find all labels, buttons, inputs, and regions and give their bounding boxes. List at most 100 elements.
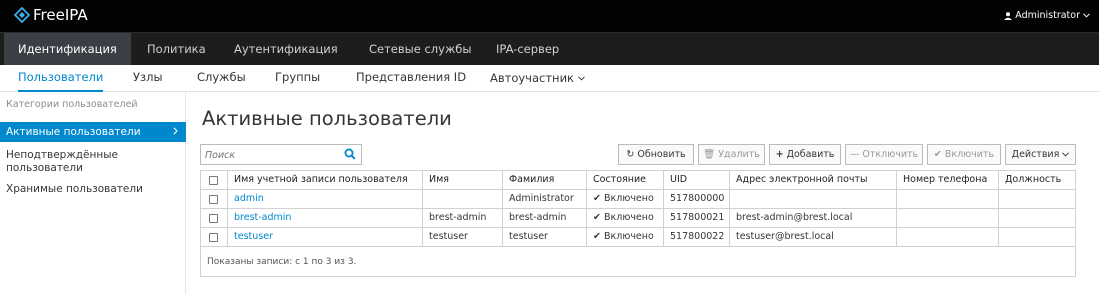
column-header-email[interactable]: Адрес электронной почты (730, 171, 897, 190)
user-menu[interactable]: Administrator (1004, 10, 1090, 21)
primary-nav-network-services[interactable]: Сетевые службы (369, 33, 471, 66)
column-header-phone[interactable]: Номер телефона (897, 171, 999, 190)
refresh-icon: ↻ (626, 149, 635, 160)
row-select-cell (201, 228, 228, 247)
disable-label: Отключить (862, 149, 919, 160)
cell-last-name: Administrator (503, 190, 587, 209)
chevron-down-icon (1083, 13, 1090, 18)
cell-state: ✔ Включено (587, 209, 664, 228)
cell-state: ✔ Включено (587, 228, 664, 247)
users-table: Имя учетной записи пользователя Имя Фами… (200, 170, 1076, 277)
tab-hosts[interactable]: Узлы (133, 65, 163, 92)
user-menu-label: Administrator (1015, 10, 1080, 21)
column-header-login[interactable]: Имя учетной записи пользователя (228, 171, 423, 190)
check-icon: ✔ (593, 231, 601, 242)
sidebar: Категории пользователей Активные пользов… (0, 92, 186, 294)
table-header-row: Имя учетной записи пользователя Имя Фами… (201, 171, 1075, 190)
refresh-button[interactable]: ↻ Обновить (618, 144, 694, 165)
cell-last-name: brest-admin (503, 209, 587, 228)
primary-nav-ipa-server[interactable]: IPA-сервер (496, 33, 559, 66)
tab-groups[interactable]: Группы (275, 65, 320, 92)
primary-nav-policy[interactable]: Политика (147, 33, 206, 66)
select-all-cell (201, 171, 228, 190)
cell-email (730, 190, 897, 209)
cell-state: ✔ Включено (587, 190, 664, 209)
cell-first-name (423, 190, 503, 209)
brand-name: FreeIPA (33, 6, 88, 24)
cell-first-name: testuser (423, 228, 503, 247)
brand-logo[interactable]: FreeIPA (14, 6, 88, 24)
tab-users[interactable]: Пользователи (18, 65, 104, 92)
chevron-down-icon (578, 76, 585, 81)
cell-uid: 517800021 (664, 209, 730, 228)
cell-phone (897, 228, 999, 247)
actions-label: Действия (1011, 149, 1060, 160)
refresh-label: Обновить (637, 149, 686, 160)
primary-nav-authentication[interactable]: Аутентификация (234, 33, 338, 66)
check-icon: ✔ (933, 149, 942, 160)
chevron-right-icon (173, 122, 178, 142)
column-header-uid[interactable]: UID (664, 171, 730, 190)
cell-job-title (999, 209, 1075, 228)
delete-label: Удалить (718, 149, 760, 160)
row-checkbox[interactable] (209, 214, 218, 223)
tab-automember[interactable]: Автоучастник (490, 65, 585, 92)
add-label: Добавить (786, 149, 835, 160)
cell-uid: 517800000 (664, 190, 730, 209)
sidebar-item-label: Активные пользователи (6, 126, 141, 138)
delete-button[interactable]: 🗑 Удалить (698, 144, 765, 165)
user-link[interactable]: testuser (234, 231, 273, 242)
cell-login: testuser (228, 228, 423, 247)
actions-dropdown[interactable]: Действия (1005, 144, 1076, 165)
cell-login: brest-admin (228, 209, 423, 228)
cell-job-title (999, 190, 1075, 209)
brand-bar: FreeIPA Administrator (0, 0, 1099, 32)
tab-services[interactable]: Службы (197, 65, 246, 92)
sidebar-category-title: Категории пользователей (6, 99, 138, 110)
cell-email: brest-admin@brest.local (730, 209, 897, 228)
state-label: Включено (604, 231, 654, 242)
cell-first-name: brest-admin (423, 209, 503, 228)
search-icon[interactable] (344, 148, 356, 163)
column-header-first-name[interactable]: Имя (423, 171, 503, 190)
disable-button[interactable]: — Отключить (845, 144, 923, 165)
state-label: Включено (604, 193, 654, 204)
table-row: brest-admin brest-admin brest-admin ✔ Вк… (201, 209, 1075, 228)
search-input[interactable] (205, 148, 335, 162)
column-header-last-name[interactable]: Фамилия (503, 171, 587, 190)
cell-email: testuser@brest.local (730, 228, 897, 247)
freeipa-logo-icon (14, 7, 30, 23)
cell-uid: 517800022 (664, 228, 730, 247)
primary-nav: Идентификация Политика Аутентификация Се… (0, 32, 1099, 66)
chevron-down-icon (1062, 152, 1070, 157)
minus-icon: — (849, 149, 860, 160)
primary-nav-identity[interactable]: Идентификация (4, 33, 131, 66)
state-label: Включено (604, 212, 654, 223)
add-button[interactable]: + Добавить (769, 144, 841, 165)
column-header-job-title[interactable]: Должность (999, 171, 1075, 190)
trash-icon: 🗑 (703, 149, 716, 160)
enable-button[interactable]: ✔ Включить (927, 144, 1001, 165)
sidebar-item-preserved-users[interactable]: Хранимые пользователи (6, 183, 143, 196)
table-footer-summary: Показаны записи: с 1 по 3 из 3. (207, 257, 357, 267)
secondary-nav: Пользователи Узлы Службы Группы Представ… (0, 65, 1099, 92)
enable-label: Включить (944, 149, 995, 160)
row-checkbox[interactable] (209, 233, 218, 242)
cell-phone (897, 209, 999, 228)
column-header-state[interactable]: Состояние (587, 171, 664, 190)
user-link[interactable]: brest-admin (234, 212, 291, 223)
tab-automember-label: Автоучастник (490, 71, 574, 85)
sidebar-item-stage-users[interactable]: Неподтверждённые пользователи (6, 149, 146, 175)
sidebar-item-active-users[interactable]: Активные пользователи (0, 122, 186, 142)
cell-job-title (999, 228, 1075, 247)
row-select-cell (201, 209, 228, 228)
page-title: Активные пользователи (202, 107, 452, 130)
select-all-checkbox[interactable] (209, 176, 218, 185)
tab-id-views[interactable]: Представления ID (356, 65, 466, 92)
row-select-cell (201, 190, 228, 209)
row-checkbox[interactable] (209, 195, 218, 204)
cell-login: admin (228, 190, 423, 209)
user-link[interactable]: admin (234, 193, 264, 204)
check-icon: ✔ (593, 193, 601, 204)
table-row: admin Administrator ✔ Включено 517800000 (201, 190, 1075, 209)
